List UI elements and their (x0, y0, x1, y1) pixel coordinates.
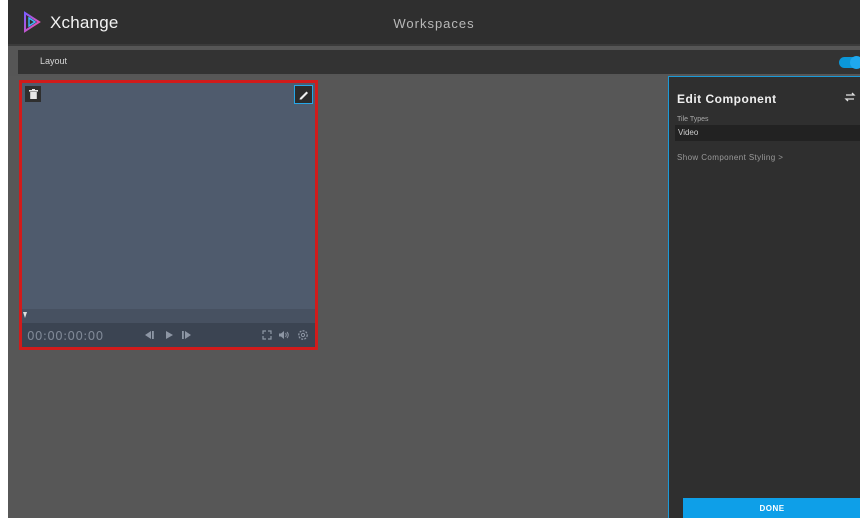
done-button[interactable]: DONE (683, 498, 860, 518)
play-button[interactable] (162, 328, 176, 342)
settings-button[interactable] (296, 328, 310, 342)
toggle-knob (850, 56, 860, 69)
delete-tile-button[interactable] (25, 86, 41, 102)
tile-types-label: Tile Types (677, 116, 709, 123)
page-title: Workspaces (393, 16, 475, 31)
show-component-styling-link[interactable]: Show Component Styling > (677, 153, 783, 162)
layout-bar: Layout (18, 50, 860, 74)
settings-icon (298, 330, 308, 340)
top-bar: Xchange Workspaces (8, 0, 860, 46)
trash-icon (28, 89, 38, 99)
step-forward-icon (182, 331, 191, 339)
edit-component-panel: Edit Component Tile Types Video Show Com… (668, 76, 860, 518)
edit-tile-button[interactable] (294, 85, 313, 104)
workspace-canvas[interactable]: 00:00:00:00 (8, 76, 668, 518)
volume-icon (279, 331, 289, 339)
step-forward-button[interactable] (180, 328, 194, 342)
swap-icon[interactable] (843, 90, 857, 104)
video-tile[interactable]: 00:00:00:00 (19, 80, 318, 350)
app-window: Xchange Workspaces Layout 00:00:00:00 Ed… (8, 0, 860, 518)
video-area[interactable] (22, 83, 315, 309)
layout-label: Layout (40, 56, 68, 66)
volume-button[interactable] (278, 328, 290, 342)
pencil-icon (299, 91, 308, 99)
video-controls: 00:00:00:00 (22, 323, 315, 347)
fullscreen-icon (262, 330, 272, 340)
video-scrubber[interactable] (22, 309, 315, 323)
step-back-icon (145, 331, 154, 339)
tile-types-select[interactable]: Video (675, 125, 860, 141)
tile-types-value: Video (678, 128, 699, 137)
fullscreen-button[interactable] (261, 328, 273, 342)
step-back-button[interactable] (142, 328, 156, 342)
playhead-marker[interactable] (23, 312, 27, 318)
panel-title: Edit Component (677, 92, 777, 106)
play-icon (166, 331, 173, 339)
timecode: 00:00:00:00 (27, 329, 104, 343)
layout-toggle[interactable] (839, 56, 860, 69)
